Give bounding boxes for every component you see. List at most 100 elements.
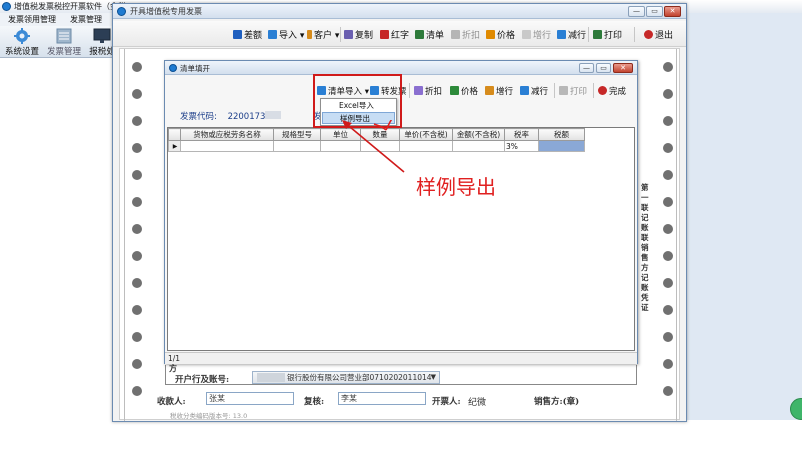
list-price-button[interactable]: 价格 <box>450 85 478 98</box>
invoice-window-title: 开具增值税专用发票 <box>130 7 202 16</box>
toolbar-separator <box>409 83 410 98</box>
invoice-icon <box>56 28 72 44</box>
minimize-button[interactable]: — <box>628 6 645 17</box>
punch-hole <box>663 386 673 396</box>
import-icon <box>268 30 277 39</box>
column-header[interactable]: 金额(不含税) <box>452 128 505 141</box>
restore-button[interactable]: ▭ <box>646 6 663 17</box>
punch-hole <box>663 62 673 72</box>
close-button[interactable]: ✕ <box>613 63 633 73</box>
system-settings-button[interactable]: 系统设置 <box>2 27 42 57</box>
toolbar-list-button[interactable]: 清单 <box>415 28 444 41</box>
toolbar-exit-button[interactable]: 退出 <box>644 28 673 41</box>
floating-assistant-icon[interactable] <box>790 398 802 420</box>
payee-input[interactable]: 张某 <box>206 392 294 405</box>
invoice-window-logo-icon <box>117 7 126 16</box>
desktop-bottom-band <box>0 420 802 449</box>
table-cell[interactable] <box>273 140 321 152</box>
payee-label: 收款人: <box>157 397 186 407</box>
punch-hole <box>663 359 673 369</box>
punch-hole <box>663 170 673 180</box>
toolbar-print-button[interactable]: 打印 <box>593 28 622 41</box>
toolbar-separator <box>588 27 589 42</box>
invoice-manage-label: 发票管理 <box>46 47 81 57</box>
column-header[interactable]: 货物或应税劳务名称 <box>180 128 274 141</box>
paper-punch-holes-right <box>663 49 675 421</box>
invoice-manage-button[interactable]: 发票管理 <box>44 27 84 57</box>
punch-hole <box>663 116 673 126</box>
copy-icon <box>344 30 353 39</box>
toolbar-remove-row-button[interactable]: 减行 <box>557 28 586 41</box>
exit-icon <box>644 30 653 39</box>
punch-hole <box>132 305 142 315</box>
table-cell[interactable]: 3% <box>504 140 539 152</box>
toolbar-add-row-button[interactable]: 增行 <box>522 28 551 41</box>
drawer-label: 开票人: <box>432 397 461 407</box>
tax-code-version: 税收分类编码版本号: 13.0 <box>170 412 248 420</box>
toolbar-separator <box>593 83 594 98</box>
row-marker[interactable]: ▶ <box>168 140 181 152</box>
punch-hole <box>132 251 142 261</box>
list-discount-button[interactable]: 折扣 <box>414 85 442 98</box>
red-invoice-icon <box>380 30 389 39</box>
reviewer-input[interactable]: 李某 <box>338 392 426 405</box>
list-print-button[interactable]: 打印 <box>559 85 587 98</box>
discount-icon <box>414 86 423 95</box>
toolbar-copy-button[interactable]: 复制 <box>344 28 373 41</box>
app-logo-icon <box>2 2 11 11</box>
list-add-row-button[interactable]: 增行 <box>485 85 513 98</box>
toolbar-separator <box>340 27 341 42</box>
arrow-line <box>343 121 405 173</box>
toolbar-import-button[interactable]: 导入 ▾ <box>268 28 304 41</box>
toolbar-diff-button[interactable]: 差额 <box>233 28 262 41</box>
annotation-caption: 样例导出 <box>416 175 496 199</box>
table-cell-selected[interactable] <box>538 140 585 152</box>
list-remove-row-button[interactable]: 减行 <box>520 85 548 98</box>
column-header[interactable]: 税额 <box>538 128 585 141</box>
list-dialog-titlebar: 清单填开 — ▭ ✕ <box>165 61 637 75</box>
price-icon <box>486 30 495 39</box>
toolbar-red-invoice-button[interactable]: 红字 <box>380 28 409 41</box>
invoice-code-label: 发票代码: <box>180 112 217 122</box>
main-left-pane <box>0 58 120 423</box>
chevron-down-icon: ▼ <box>430 373 436 381</box>
toolbar-price-button[interactable]: 价格 <box>486 28 515 41</box>
toolbar-customer-button[interactable]: 客户 ▾ <box>307 28 339 41</box>
toolbar-discount-button[interactable]: 折扣 <box>451 28 480 41</box>
punch-hole <box>663 197 673 207</box>
punch-hole <box>663 143 673 153</box>
close-button[interactable]: ✕ <box>664 6 681 17</box>
page-indicator: 1/1 <box>168 354 181 363</box>
column-header[interactable]: 税率 <box>504 128 539 141</box>
check-mark-icon <box>373 123 387 131</box>
punch-hole <box>132 332 142 342</box>
invoice-toolbar: 差额 导入 ▾ 客户 ▾ 复制 红字 清单 折扣 价格 增行 减行 打印 退出 <box>113 21 686 47</box>
punch-hole <box>663 278 673 288</box>
punch-hole <box>663 224 673 234</box>
list-icon <box>415 30 424 39</box>
discount-icon <box>451 30 460 39</box>
paper-border-left <box>124 49 125 421</box>
menu-invoice-manage[interactable]: 发票管理 <box>70 14 102 25</box>
remove-row-icon <box>520 86 529 95</box>
check-mark-stroke <box>385 120 393 131</box>
column-header[interactable]: 规格型号 <box>273 128 321 141</box>
list-finish-button[interactable]: 完成 <box>598 85 626 98</box>
reviewer-label: 复核: <box>304 397 325 407</box>
punch-hole <box>663 332 673 342</box>
minimize-button[interactable]: — <box>579 63 594 73</box>
customer-icon <box>307 30 312 39</box>
gear-icon <box>14 28 30 44</box>
table-cell[interactable] <box>452 140 505 152</box>
annotation-arrow-icon <box>342 120 405 173</box>
punch-hole <box>132 224 142 234</box>
menu-invoice-acquire[interactable]: 发票领用管理 <box>8 14 56 25</box>
grid-corner <box>168 128 181 141</box>
table-cell[interactable] <box>180 140 274 152</box>
toolbar-separator <box>554 83 555 98</box>
punch-hole <box>132 170 142 180</box>
print-icon <box>559 86 568 95</box>
bank-account-select[interactable]: 银行股份有限公司营业部0710202011014 ▼ <box>252 371 440 384</box>
restore-button[interactable]: ▭ <box>596 63 611 73</box>
invoice-window-titlebar: 开具增值税专用发票 — ▭ ✕ <box>113 4 686 19</box>
